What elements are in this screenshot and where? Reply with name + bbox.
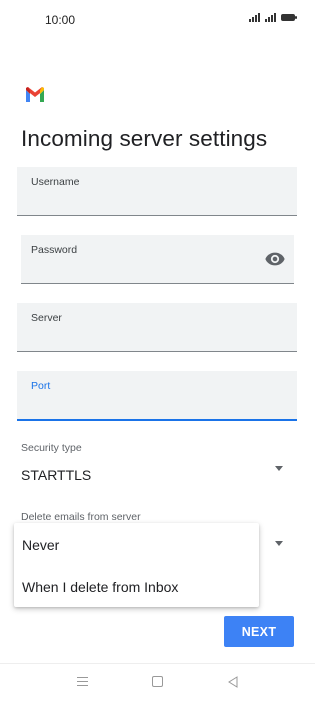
- menu-item-never[interactable]: Never: [22, 537, 59, 553]
- status-bar: 10:00: [0, 0, 315, 40]
- dropdown-arrow-icon[interactable]: [275, 541, 283, 546]
- username-field[interactable]: Username: [17, 167, 297, 216]
- delete-emails-dropdown-menu: Never When I delete from Inbox: [14, 523, 259, 607]
- next-button[interactable]: NEXT: [224, 616, 294, 647]
- port-field[interactable]: Port: [17, 371, 297, 421]
- menu-item-when-deleted-from-inbox[interactable]: When I delete from Inbox: [22, 579, 178, 595]
- nav-home-icon[interactable]: [152, 676, 163, 687]
- signal-icon: [249, 13, 260, 22]
- security-type-label: Security type: [21, 442, 82, 454]
- battery-icon: [281, 14, 297, 21]
- port-label: Port: [31, 380, 51, 392]
- password-label: Password: [31, 244, 78, 256]
- system-nav-bar: [0, 664, 315, 702]
- nav-back-icon[interactable]: [227, 676, 239, 688]
- nav-menu-icon[interactable]: [77, 677, 88, 686]
- page-title: Incoming server settings: [21, 126, 268, 151]
- server-label: Server: [31, 312, 62, 324]
- password-field[interactable]: Password: [21, 235, 294, 284]
- eye-icon[interactable]: [264, 248, 286, 270]
- security-type-value[interactable]: STARTTLS: [21, 467, 91, 483]
- server-field[interactable]: Server: [17, 303, 297, 352]
- status-time: 10:00: [45, 13, 76, 27]
- dropdown-arrow-icon[interactable]: [275, 466, 283, 471]
- delete-emails-label: Delete emails from server: [21, 511, 141, 523]
- username-label: Username: [31, 176, 80, 188]
- status-icons: [249, 13, 297, 22]
- gmail-logo: [26, 87, 44, 102]
- signal-icon: [265, 13, 276, 22]
